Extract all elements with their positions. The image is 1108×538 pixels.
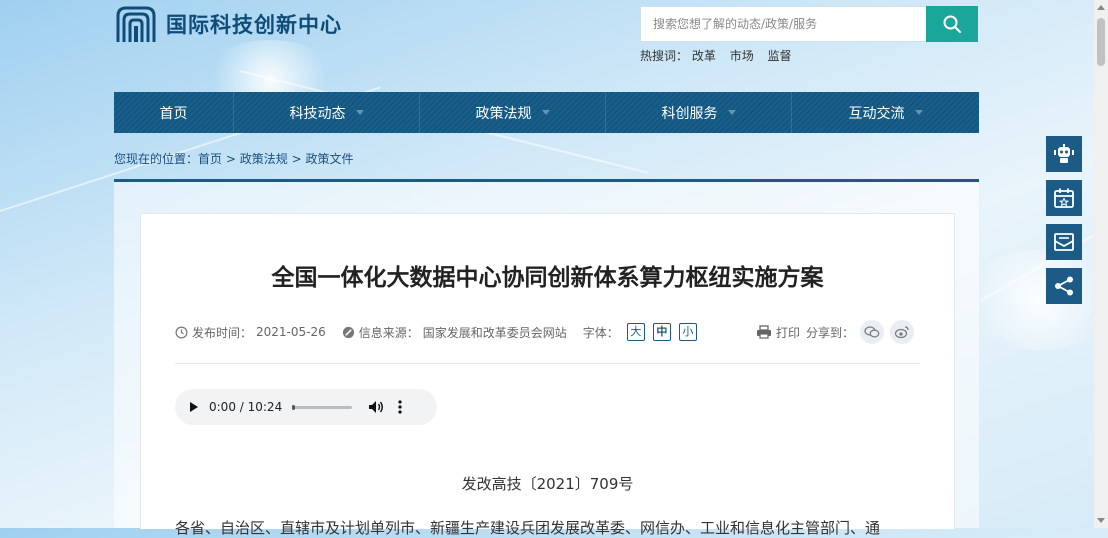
breadcrumb-prefix: 您现在的位置：	[114, 152, 198, 166]
article-title: 全国一体化大数据中心协同创新体系算力枢纽实施方案	[141, 258, 954, 292]
share-label: 分享到：	[806, 324, 854, 341]
printer-icon	[756, 325, 772, 339]
hot-word-link[interactable]: 监督	[768, 49, 792, 63]
font-size-label: 字体：	[583, 324, 619, 341]
share-weibo-button[interactable]	[890, 320, 914, 344]
publish-label: 发布时间：	[192, 324, 252, 341]
floating-toolbar	[1046, 136, 1082, 304]
search-input[interactable]	[640, 6, 926, 42]
scrollbar-thumb[interactable]	[1097, 18, 1105, 66]
chevron-down-icon	[915, 110, 923, 115]
calendar-icon	[1053, 187, 1075, 209]
play-button[interactable]	[189, 402, 199, 412]
more-vertical-icon	[398, 400, 402, 414]
nav-item-label: 政策法规	[476, 103, 532, 123]
audio-time: 0:00 / 10:24	[209, 400, 282, 414]
audio-more-button[interactable]	[398, 400, 402, 414]
article-actions: 打印 分享到：	[756, 320, 914, 344]
mail-icon	[1053, 231, 1075, 253]
background-beam	[980, 200, 1108, 302]
volume-icon	[368, 400, 384, 414]
play-icon	[189, 402, 199, 412]
document-number: 发改高技〔2021〕709号	[141, 473, 954, 494]
calendar-button[interactable]	[1046, 180, 1082, 216]
robot-icon	[1051, 143, 1077, 165]
share-icon	[1053, 275, 1075, 297]
source-icon	[342, 326, 355, 339]
chevron-down-icon	[356, 110, 364, 115]
scroll-down-arrow-icon[interactable]	[1094, 514, 1108, 528]
audio-player: 0:00 / 10:24	[175, 389, 437, 425]
main-nav: 首页 科技动态 政策法规 科创服务 互动交流	[114, 92, 979, 133]
volume-button[interactable]	[368, 400, 384, 414]
hot-word-link[interactable]: 市场	[730, 49, 754, 63]
meta-divider	[175, 363, 920, 364]
hot-words: 热搜词： 改革 市场 监督	[640, 47, 802, 64]
chevron-down-icon	[542, 110, 550, 115]
nav-item-tech-news[interactable]: 科技动态	[234, 92, 420, 133]
article-meta: 发布时间： 2021-05-26 信息来源： 国家发展和改革委员会网站 字体： …	[175, 323, 697, 341]
breadcrumb: 您现在的位置：首页 > 政策法规 > 政策文件	[114, 150, 354, 167]
article-card: 全国一体化大数据中心协同创新体系算力枢纽实施方案 发布时间： 2021-05-2…	[140, 213, 955, 529]
robot-button[interactable]	[1046, 136, 1082, 172]
nav-item-label: 首页	[160, 103, 188, 123]
wechat-icon	[864, 325, 880, 339]
audio-progress-slider[interactable]	[292, 406, 352, 409]
search-bar	[640, 6, 978, 42]
nav-item-interaction[interactable]: 互动交流	[792, 92, 979, 133]
hot-words-label: 热搜词：	[640, 49, 688, 63]
nav-item-label: 科创服务	[662, 103, 718, 123]
breadcrumb-link-home[interactable]: 首页	[198, 152, 222, 166]
font-size-large-button[interactable]: 大	[627, 323, 645, 341]
publish-date: 2021-05-26	[256, 325, 326, 339]
share-wechat-button[interactable]	[860, 320, 884, 344]
print-label: 打印	[776, 324, 800, 341]
page-scrollbar[interactable]	[1094, 0, 1108, 528]
search-icon	[942, 14, 962, 34]
breadcrumb-link-policy[interactable]: 政策法规	[240, 152, 288, 166]
clock-icon	[175, 326, 188, 339]
weibo-icon	[894, 325, 910, 339]
mail-button[interactable]	[1046, 224, 1082, 260]
share-button[interactable]	[1046, 268, 1082, 304]
background-glow	[960, 250, 1108, 350]
search-button[interactable]	[926, 6, 978, 42]
source-label: 信息来源：	[359, 324, 419, 341]
nav-item-label: 科技动态	[290, 103, 346, 123]
nav-item-policy[interactable]: 政策法规	[420, 92, 606, 133]
font-size-medium-button[interactable]: 中	[653, 323, 671, 341]
site-logo[interactable]: 国际科技创新中心	[114, 4, 342, 44]
logo-mark-icon	[114, 4, 158, 44]
nav-item-home[interactable]: 首页	[114, 92, 234, 133]
nav-item-services[interactable]: 科创服务	[606, 92, 792, 133]
print-button[interactable]: 打印	[756, 324, 800, 341]
breadcrumb-separator: >	[292, 152, 302, 166]
breadcrumb-separator: >	[226, 152, 236, 166]
breadcrumb-link-documents[interactable]: 政策文件	[305, 152, 353, 166]
source-name: 国家发展和改革委员会网站	[423, 324, 567, 341]
chevron-down-icon	[728, 110, 736, 115]
scroll-up-arrow-icon[interactable]	[1094, 0, 1108, 14]
hot-word-link[interactable]: 改革	[692, 49, 716, 63]
site-name: 国际科技创新中心	[166, 9, 342, 39]
nav-item-label: 互动交流	[849, 103, 905, 123]
font-size-small-button[interactable]: 小	[679, 323, 697, 341]
